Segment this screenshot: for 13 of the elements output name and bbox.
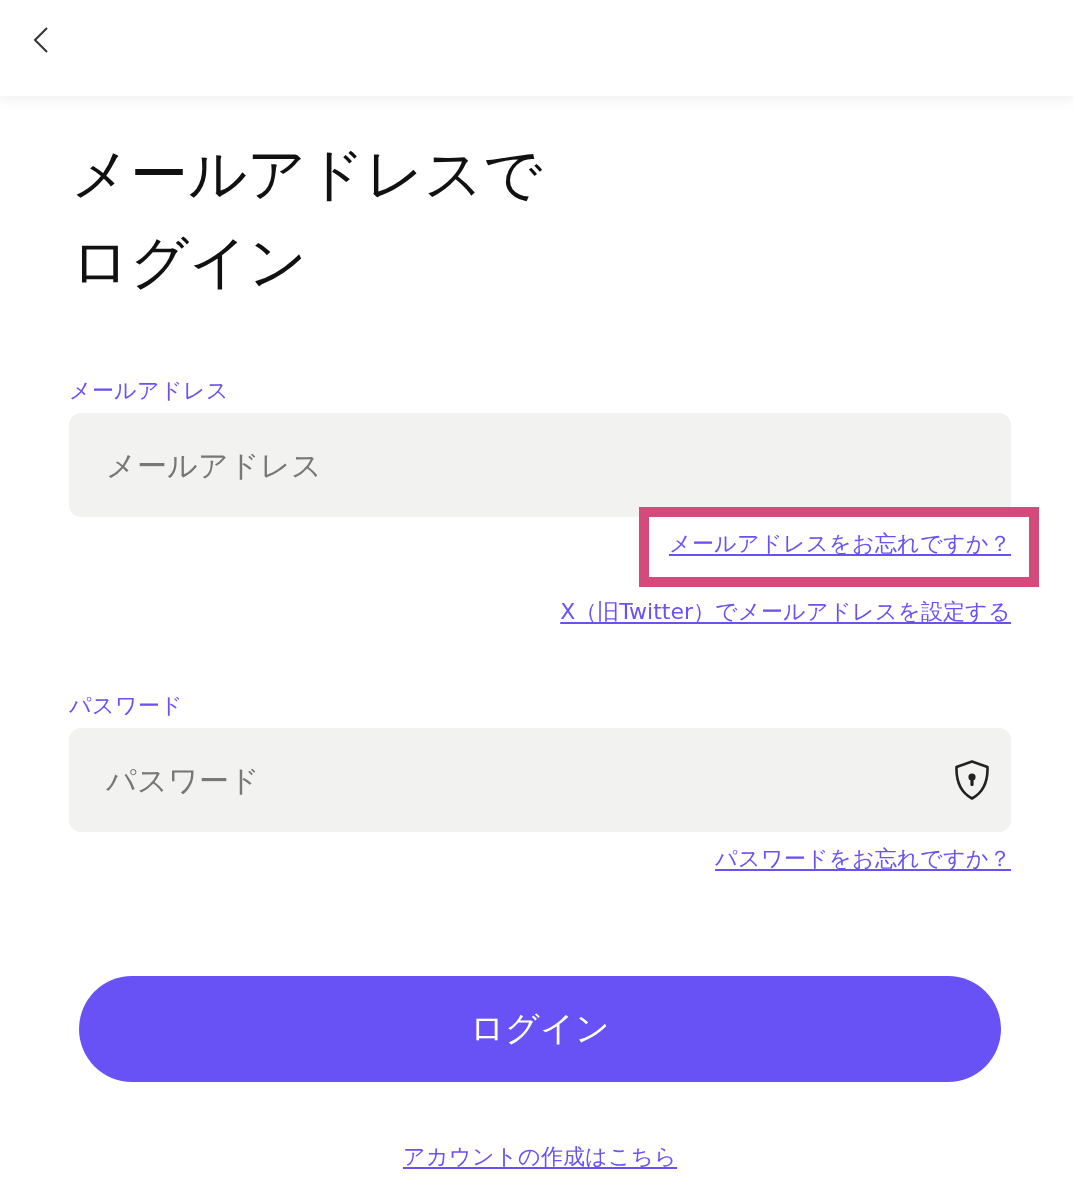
- create-account-link[interactable]: アカウントの作成はこちら: [403, 1142, 677, 1172]
- x-email-setup-link[interactable]: X（旧Twitter）でメールアドレスを設定する: [560, 597, 1011, 627]
- email-field[interactable]: メールアドレス: [69, 413, 1011, 517]
- forgot-password-link[interactable]: パスワードをお忘れですか？: [715, 844, 1011, 874]
- back-button[interactable]: [31, 26, 51, 54]
- field-label: メールアドレス: [69, 377, 229, 405]
- forgot-email-link[interactable]: メールアドレスをお忘れですか？: [669, 529, 1011, 559]
- chevron-left-icon: [31, 26, 51, 54]
- login-button[interactable]: ログイン: [79, 976, 1001, 1082]
- shield-lock-icon[interactable]: [954, 760, 990, 800]
- field-label: パスワード: [69, 692, 183, 720]
- page-title: メールアドレスで ログイン: [70, 139, 543, 298]
- password-field[interactable]: パスワード: [69, 728, 1011, 832]
